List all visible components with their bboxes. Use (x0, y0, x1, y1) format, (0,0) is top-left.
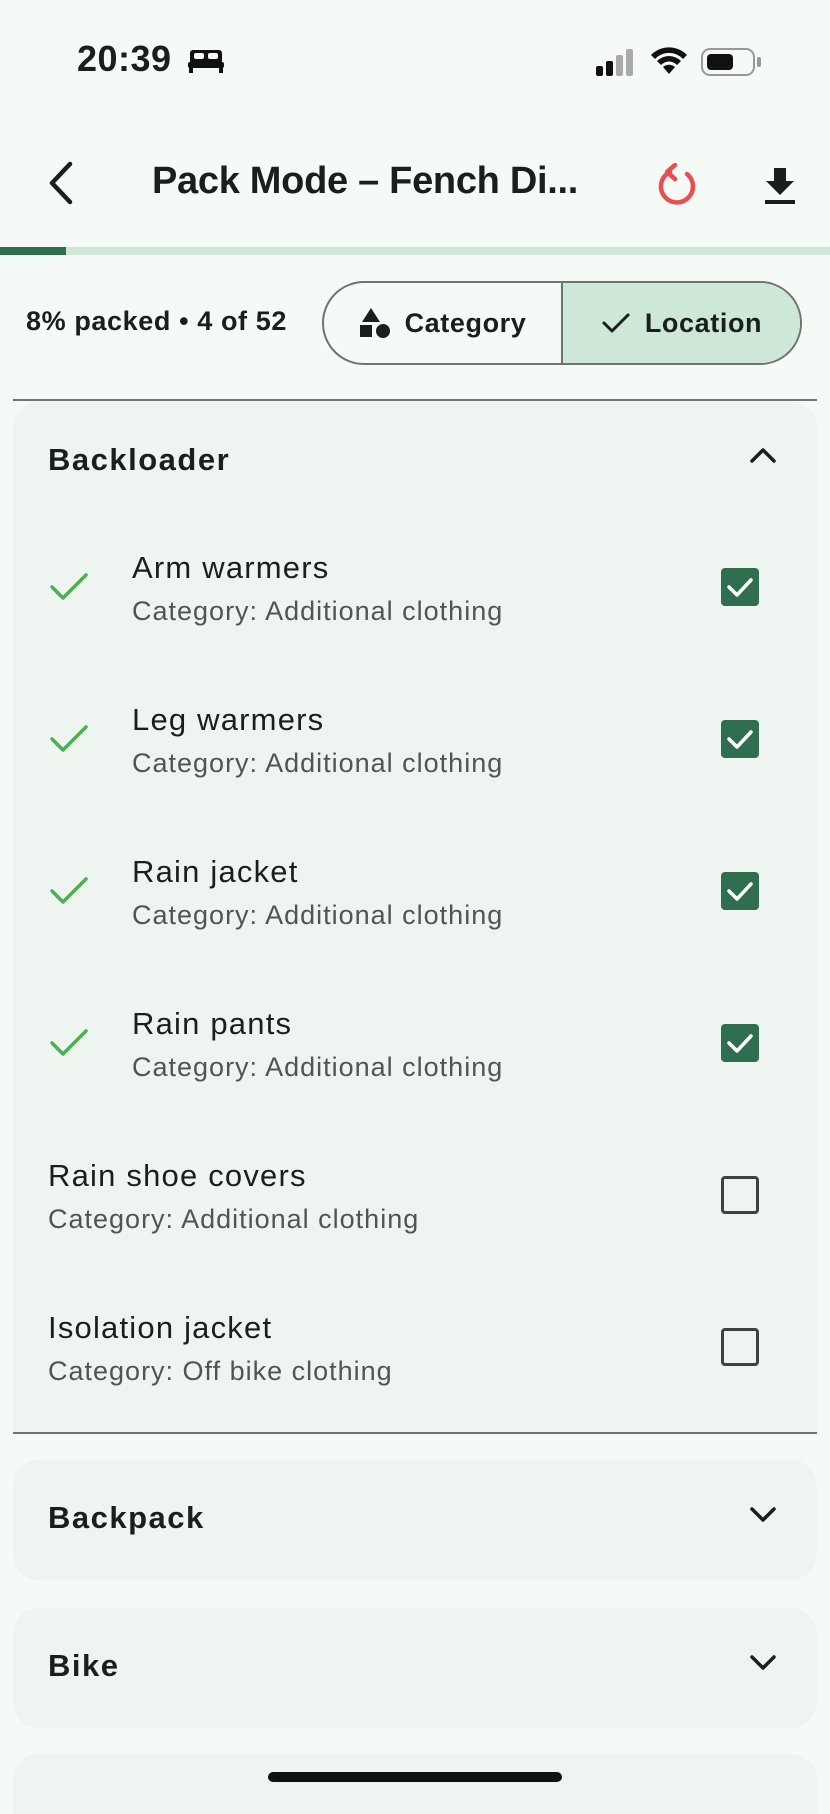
item-checkbox[interactable] (721, 872, 759, 910)
wifi-icon (651, 47, 687, 74)
item-name: Rain shoe covers (48, 1158, 307, 1193)
item-name: Arm warmers (132, 550, 330, 585)
category-label: Category (404, 307, 527, 338)
item-checkbox[interactable] (721, 720, 759, 758)
progress-bar (0, 247, 830, 255)
divider (13, 1432, 817, 1434)
progress-fill (0, 247, 67, 255)
check-icon (727, 1034, 753, 1053)
section-bike[interactable]: Bike (13, 1608, 817, 1728)
section-title: Backloader (48, 442, 231, 477)
section-header-backloader[interactable]: Backloader (13, 402, 817, 518)
back-arrow-icon (49, 161, 73, 205)
item-name: Rain pants (132, 1006, 293, 1041)
chevron-down-icon (750, 1507, 776, 1522)
item-category: Category: Off bike clothing (48, 1356, 393, 1386)
bed-icon (188, 50, 224, 73)
check-icon (50, 573, 88, 600)
back-button[interactable] (36, 158, 86, 208)
home-indicator (268, 1772, 562, 1782)
reset-icon (658, 163, 696, 205)
list-item: Rain jacket Category: Additional clothin… (13, 822, 817, 974)
list-item: Leg warmers Category: Additional clothin… (13, 670, 817, 822)
signal-icon (596, 49, 633, 76)
item-category: Category: Additional clothing (132, 748, 504, 778)
chevron-down-icon (750, 1655, 776, 1670)
item-category: Category: Additional clothing (132, 1052, 504, 1082)
item-name: Isolation jacket (48, 1310, 273, 1345)
shapes-icon (359, 308, 390, 338)
grouping-toggle: Category Location (322, 281, 802, 365)
list-item: Arm warmers Category: Additional clothin… (13, 518, 817, 670)
chevron-up-icon (750, 448, 776, 463)
section-next-peek (13, 1754, 817, 1814)
item-name: Leg warmers (132, 702, 325, 737)
divider (13, 399, 817, 401)
section-title: Backpack (48, 1500, 205, 1535)
item-checkbox[interactable] (721, 1328, 759, 1366)
battery-icon (701, 48, 761, 76)
packed-summary: 8% packed • 4 of 52 (26, 306, 287, 336)
item-category: Category: Additional clothing (132, 900, 504, 930)
download-icon (765, 168, 795, 204)
list-item: Isolation jacket Category: Off bike clot… (13, 1278, 817, 1430)
page-title: Pack Mode – Fench Di... (152, 160, 578, 202)
check-icon (50, 877, 88, 904)
item-checkbox[interactable] (721, 1176, 759, 1214)
check-icon (50, 1029, 88, 1056)
app-bar: Pack Mode – Fench Di... (0, 140, 830, 230)
item-checkbox[interactable] (721, 568, 759, 606)
section-backloader: Backloader Arm warmers Category: Additio… (13, 402, 817, 1432)
check-icon (727, 882, 753, 901)
check-icon (50, 725, 88, 752)
status-bar: 20:39 (0, 0, 830, 120)
item-category: Category: Additional clothing (132, 596, 504, 626)
check-icon (727, 730, 753, 749)
check-icon (602, 313, 630, 333)
location-label: Location (644, 307, 763, 338)
list-item: Rain shoe covers Category: Additional cl… (13, 1126, 817, 1278)
group-by-location-button[interactable]: Location (561, 283, 800, 363)
section-backpack[interactable]: Backpack (13, 1460, 817, 1580)
list-item: Rain pants Category: Additional clothing (13, 974, 817, 1126)
group-by-category-button[interactable]: Category (324, 283, 561, 363)
check-icon (727, 578, 753, 597)
status-time: 20:39 (77, 38, 172, 79)
section-title: Bike (48, 1648, 120, 1683)
download-button[interactable] (752, 158, 808, 214)
reset-button[interactable] (650, 158, 706, 214)
item-name: Rain jacket (132, 854, 299, 889)
item-checkbox[interactable] (721, 1024, 759, 1062)
item-category: Category: Additional clothing (48, 1204, 420, 1234)
